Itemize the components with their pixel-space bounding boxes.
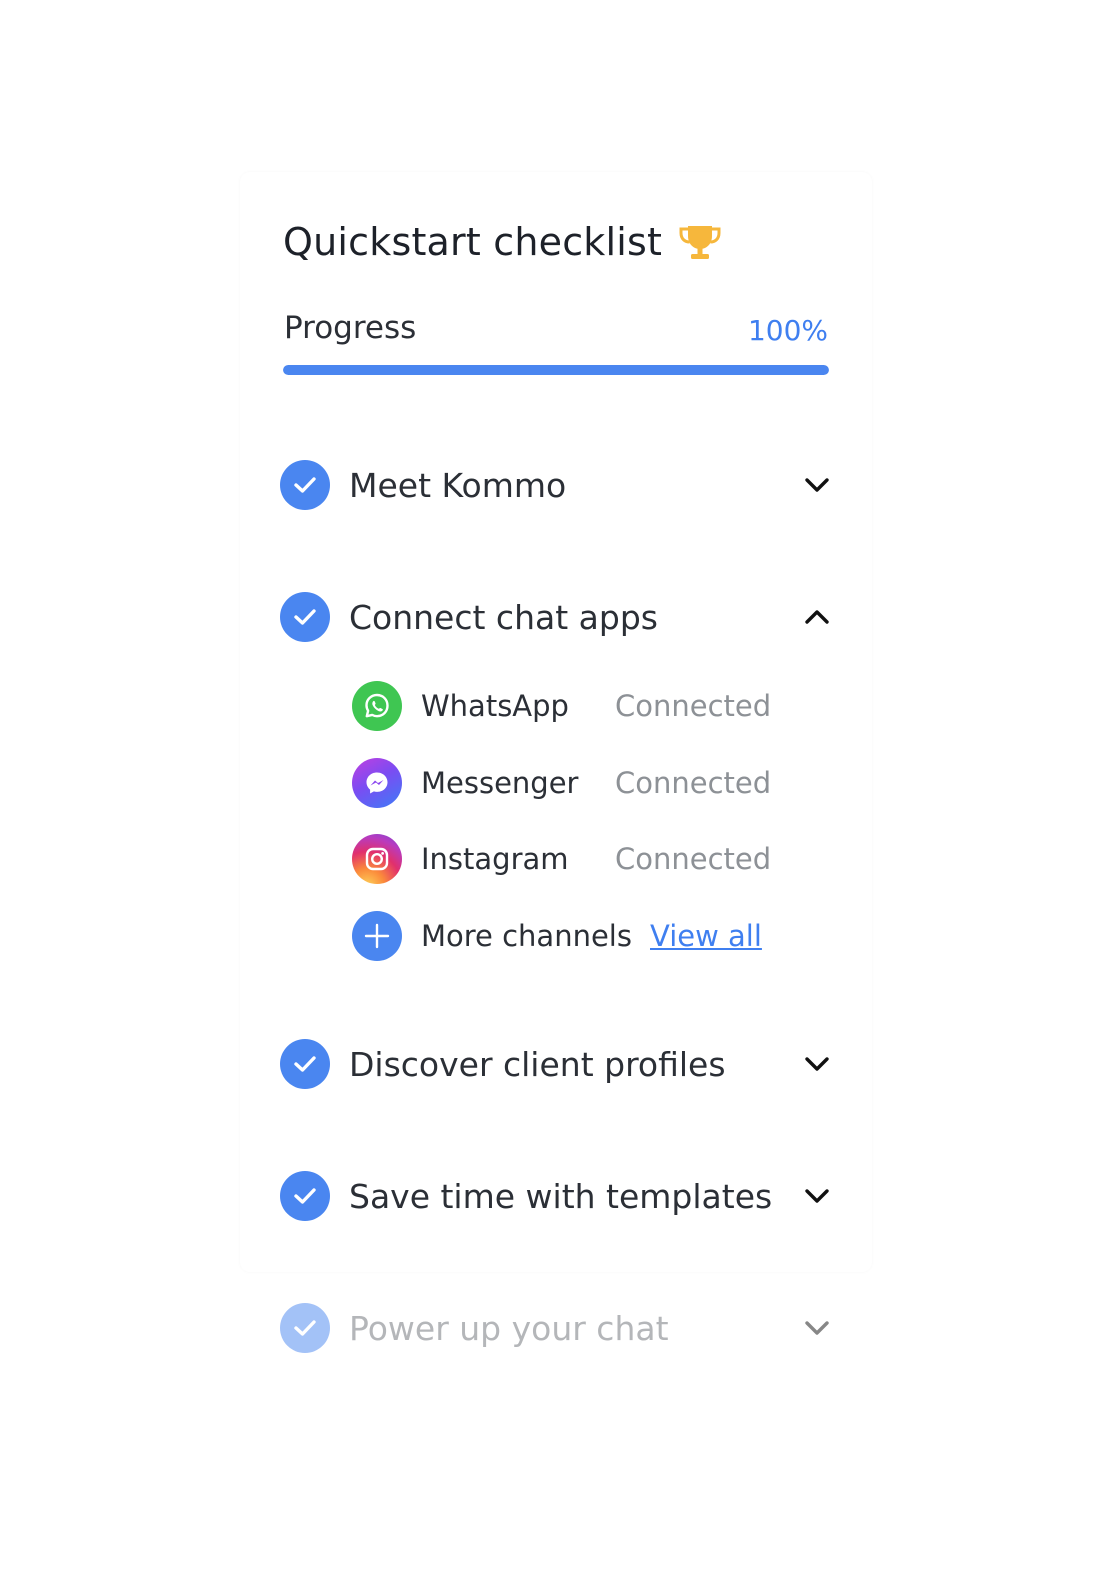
- channel-row-messenger[interactable]: Messenger Connected: [352, 758, 832, 808]
- section-power-up-your-chat[interactable]: Power up your chat: [280, 1303, 832, 1353]
- channel-row-more-channels: More channels View all: [352, 911, 832, 961]
- plus-icon[interactable]: [352, 911, 402, 961]
- chevron-down-icon[interactable]: [802, 470, 832, 500]
- progress-bar: [283, 365, 829, 375]
- channel-status: Connected: [615, 842, 772, 876]
- completed-check-icon: [280, 592, 330, 642]
- messenger-icon: [352, 758, 402, 808]
- trophy-icon: [678, 222, 722, 262]
- progress-bar-fill: [283, 365, 829, 375]
- chevron-down-icon[interactable]: [802, 1181, 832, 1211]
- channel-row-whatsapp[interactable]: WhatsApp Connected: [352, 681, 832, 731]
- channel-name: Instagram: [421, 842, 569, 876]
- chevron-up-icon[interactable]: [802, 602, 832, 632]
- progress-label: Progress: [284, 310, 417, 346]
- channel-status: Connected: [615, 766, 772, 800]
- completed-check-icon: [280, 1303, 330, 1353]
- section-discover-client-profiles[interactable]: Discover client profiles: [280, 1039, 832, 1089]
- section-connect-chat-apps[interactable]: Connect chat apps: [280, 592, 832, 642]
- checklist-header: Quickstart checklist: [283, 212, 722, 272]
- checklist-title: Quickstart checklist: [283, 220, 663, 264]
- section-label: Discover client profiles: [349, 1044, 726, 1084]
- view-all-link[interactable]: View all: [650, 919, 762, 953]
- whatsapp-icon: [352, 681, 402, 731]
- completed-check-icon: [280, 1171, 330, 1221]
- chevron-down-icon[interactable]: [802, 1313, 832, 1343]
- channel-name: WhatsApp: [421, 689, 569, 723]
- completed-check-icon: [280, 1039, 330, 1089]
- section-label: Connect chat apps: [349, 597, 658, 637]
- chevron-down-icon[interactable]: [802, 1049, 832, 1079]
- channel-status: Connected: [615, 689, 772, 723]
- instagram-icon: [352, 834, 402, 884]
- channel-name: More channels: [421, 919, 632, 953]
- channel-name: Messenger: [421, 766, 579, 800]
- section-meet-kommo[interactable]: Meet Kommo: [280, 460, 832, 510]
- channel-row-instagram[interactable]: Instagram Connected: [352, 834, 832, 884]
- section-label: Power up your chat: [349, 1308, 669, 1348]
- section-label: Meet Kommo: [349, 465, 567, 505]
- section-label: Save time with templates: [349, 1176, 773, 1216]
- completed-check-icon: [280, 460, 330, 510]
- progress-value: 100%: [747, 314, 828, 347]
- section-save-time-with-templates[interactable]: Save time with templates: [280, 1171, 832, 1221]
